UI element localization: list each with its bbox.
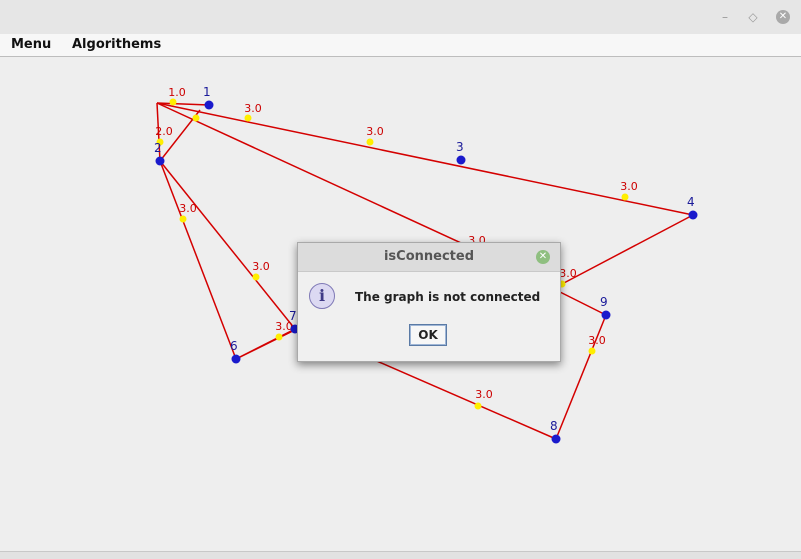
graph-edge-12 [561, 214, 694, 285]
edge-weight-marker-0 [169, 98, 177, 106]
graph-vertex-8[interactable] [551, 434, 561, 444]
dialog-close-icon[interactable]: ✕ [536, 250, 550, 264]
graph-vertex-label-3: 3 [456, 140, 464, 154]
graph-vertex-1[interactable] [204, 100, 214, 110]
graph-vertex-3[interactable] [456, 155, 466, 165]
graph-edge-5 [159, 160, 237, 360]
close-icon[interactable]: ✕ [776, 10, 790, 24]
edge-weight-label-3: 3.0 [366, 125, 384, 138]
info-icon: i [309, 283, 335, 309]
edge-weight-label-9: 3.0 [559, 267, 577, 280]
dialog-title: isConnected [383, 249, 475, 264]
edge-weight-marker-1 [244, 114, 252, 122]
menu-item-menu[interactable]: Menu [11, 37, 51, 52]
edge-weight-label-4: 3.0 [620, 180, 638, 193]
edge-weight-marker-5 [179, 215, 187, 223]
graph-vertex-label-2: 2 [154, 141, 162, 155]
edge-weight-label-10: 3.0 [588, 334, 606, 347]
dialog-titlebar: isConnected ✕ [298, 243, 560, 272]
edge-weight-label-6: 3.0 [252, 260, 270, 273]
graph-vertex-2[interactable] [155, 156, 165, 166]
graph-vertex-label-9: 9 [600, 295, 608, 309]
graph-vertex-9[interactable] [601, 310, 611, 320]
edge-weight-label-0: 1.0 [168, 86, 186, 99]
window-titlebar: – ◇ ✕ [0, 0, 801, 35]
edge-weight-marker-7 [275, 333, 283, 341]
menu-item-algorithems[interactable]: Algorithems [72, 37, 161, 52]
graph-vertex-4[interactable] [688, 210, 698, 220]
edge-weight-label-1: 3.0 [244, 102, 262, 115]
edge-weight-marker-3 [366, 138, 374, 146]
edge-weight-marker-4 [621, 193, 629, 201]
edge-weight-label-11: 3.0 [475, 388, 493, 401]
graph-vertex-6[interactable] [231, 354, 241, 364]
graph-vertex-label-1: 1 [203, 85, 211, 99]
edge-weight-marker-11 [474, 402, 482, 410]
edge-weight-label-5: 3.0 [179, 202, 197, 215]
graph-vertex-label-8: 8 [550, 419, 558, 433]
graph-vertex-label-4: 4 [687, 195, 695, 209]
graph-edge-1 [156, 102, 694, 216]
maximize-icon[interactable]: ◇ [746, 10, 760, 24]
dialog-message: The graph is not connected [355, 290, 541, 304]
message-dialog: isConnected ✕ i The graph is not connect… [297, 242, 561, 362]
edge-weight-marker-6 [252, 273, 260, 281]
graph-vertex-label-6: 6 [230, 339, 238, 353]
graph-edge-6 [159, 160, 296, 330]
graph-vertex-label-7: 7 [289, 309, 297, 323]
edge-weight-label-2: 2.0 [155, 125, 173, 138]
edge-weight-marker-10 [588, 347, 596, 355]
edge-weight-marker-12 [192, 114, 200, 122]
minimize-icon[interactable]: – [718, 10, 732, 24]
ok-button[interactable]: OK [409, 324, 447, 346]
menu-bar: Menu Algorithems [0, 34, 801, 57]
